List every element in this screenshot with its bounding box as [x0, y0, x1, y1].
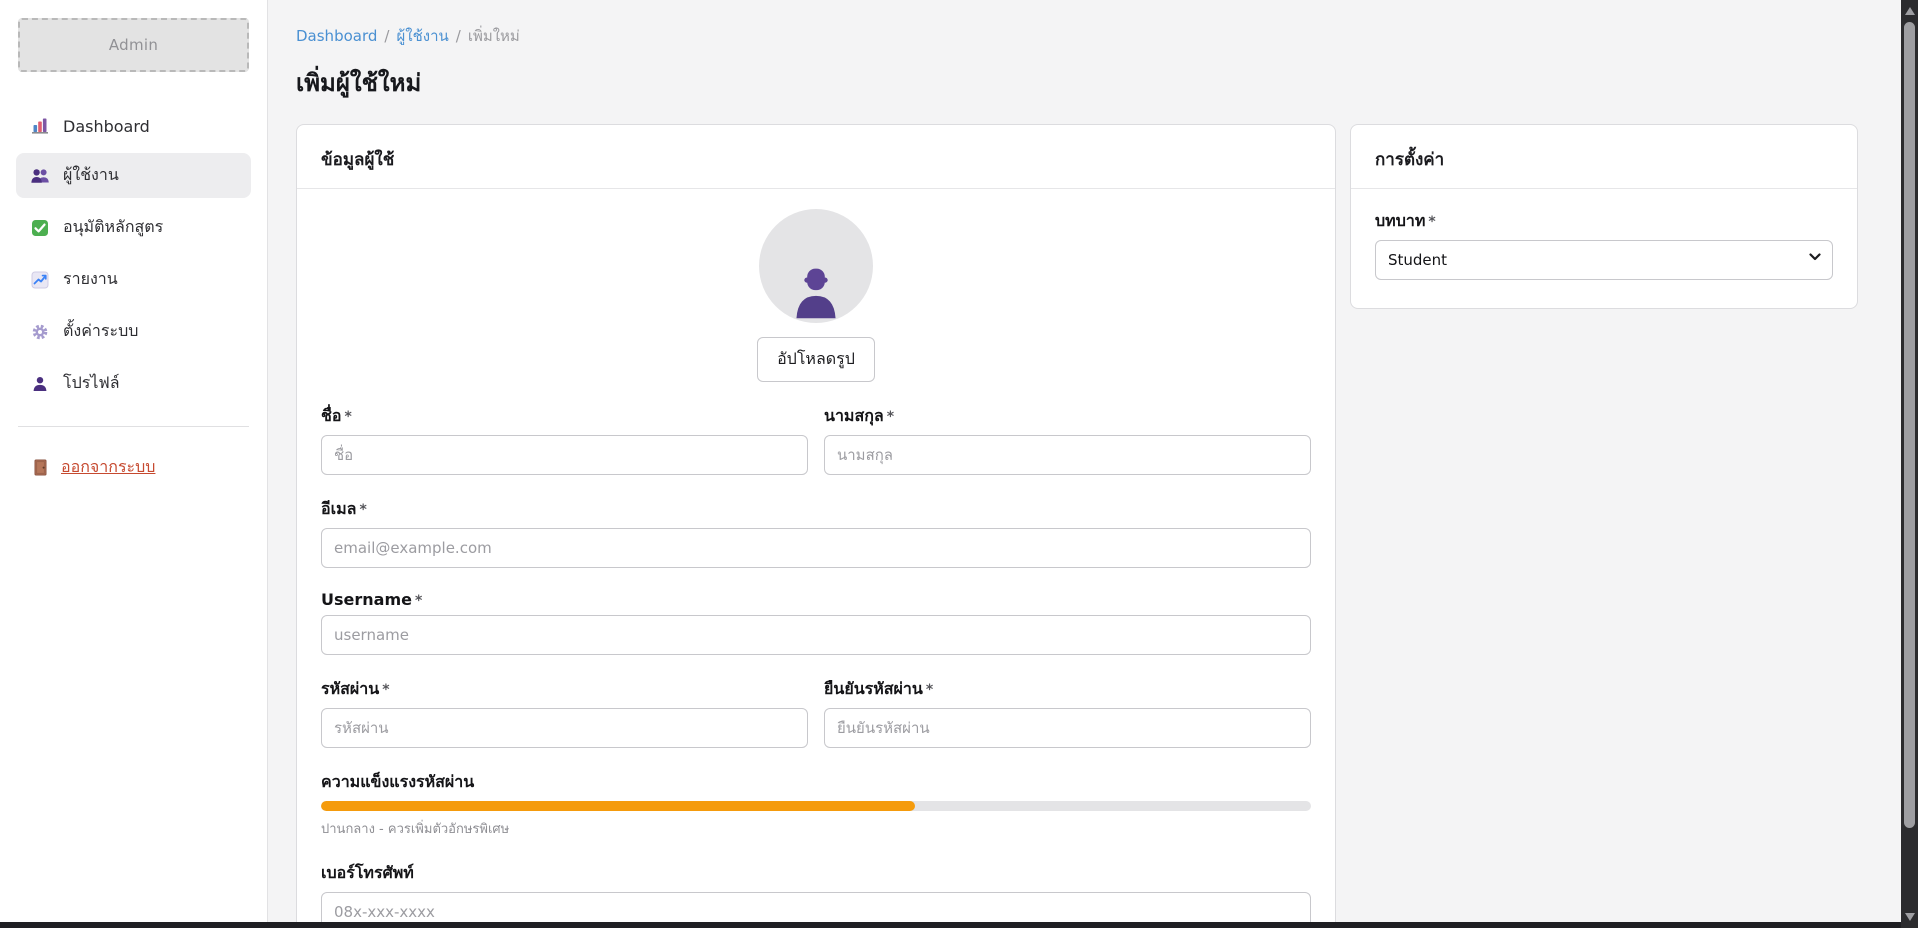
- scrollbar-thumb[interactable]: [1904, 22, 1915, 828]
- page-title: เพิ่มผู้ใช้ใหม่: [296, 63, 1858, 102]
- breadcrumb-separator: /: [384, 27, 389, 45]
- required-marker: *: [1428, 214, 1435, 230]
- logout-link[interactable]: ออกจากระบบ: [16, 447, 251, 488]
- password-field: รหัสผ่าน*: [321, 677, 808, 748]
- sidebar-item-label: อนุมัติหลักสูตร: [63, 215, 163, 240]
- last-name-field: นามสกุล*: [824, 404, 1311, 475]
- settings-card: การตั้งค่า บทบาท* Student: [1350, 124, 1858, 309]
- main-content: Dashboard / ผู้ใช้งาน / เพิ่มใหม่ เพิ่มผู้ใช…: [268, 0, 1918, 928]
- bottom-window-bar: [0, 922, 1918, 928]
- password-strength-label: ความแข็งแรงรหัสผ่าน: [321, 770, 1311, 795]
- person-icon: [787, 261, 845, 323]
- sidebar-item-label: โปรไฟล์: [63, 371, 120, 396]
- person-icon: [30, 374, 50, 394]
- name-row: ชื่อ* นามสกุล*: [321, 404, 1311, 475]
- role-label: บทบาท*: [1375, 209, 1833, 234]
- breadcrumb-separator: /: [456, 27, 461, 45]
- avatar: [759, 209, 873, 323]
- email-label: อีเมล*: [321, 497, 1311, 522]
- sidebar: Admin Dashboard: [0, 0, 268, 928]
- chart-up-icon: [30, 270, 50, 290]
- confirm-password-label: ยืนยันรหัสผ่าน*: [824, 677, 1311, 702]
- confirm-password-input[interactable]: [824, 708, 1311, 748]
- required-marker: *: [382, 682, 389, 698]
- user-card-body: อัปโหลดรูป ชื่อ* นามสกุล*: [297, 189, 1335, 928]
- sidebar-item-dashboard[interactable]: Dashboard: [16, 106, 251, 146]
- avatar-section: อัปโหลดรูป: [321, 209, 1311, 382]
- password-input[interactable]: [321, 708, 808, 748]
- required-marker: *: [344, 409, 351, 425]
- scrollbar-down-arrow[interactable]: [1905, 913, 1915, 921]
- settings-card-header: การตั้งค่า: [1351, 125, 1857, 189]
- sidebar-item-label: ตั้งค่าระบบ: [63, 319, 138, 344]
- sidebar-item-approve-courses[interactable]: อนุมัติหลักสูตร: [16, 205, 251, 250]
- password-strength-hint: ปานกลาง - ควรเพิ่มตัวอักษรพิเศษ: [321, 818, 1311, 839]
- upload-photo-button[interactable]: อัปโหลดรูป: [757, 337, 875, 382]
- phone-label: เบอร์โทรศัพท์: [321, 861, 1311, 886]
- breadcrumb-current: เพิ่มใหม่: [468, 27, 520, 45]
- role-select[interactable]: Student: [1375, 240, 1833, 280]
- username-label: Username*: [321, 590, 1311, 609]
- sidebar-item-label: ผู้ใช้งาน: [63, 163, 119, 188]
- last-name-label: นามสกุล*: [824, 404, 1311, 429]
- brand-logo-placeholder: Admin: [18, 18, 249, 72]
- first-name-label: ชื่อ*: [321, 404, 808, 429]
- door-icon: [30, 458, 50, 478]
- sidebar-item-profile[interactable]: โปรไฟล์: [16, 361, 251, 406]
- sidebar-item-system-settings[interactable]: ตั้งค่าระบบ: [16, 309, 251, 354]
- required-marker: *: [359, 502, 366, 518]
- user-info-card: ข้อมูลผู้ใช้: [296, 124, 1336, 928]
- logout-label: ออกจากระบบ: [61, 455, 155, 480]
- user-card-title: ข้อมูลผู้ใช้: [321, 150, 394, 170]
- role-select-wrap: Student: [1375, 240, 1833, 280]
- breadcrumb: Dashboard / ผู้ใช้งาน / เพิ่มใหม่: [296, 24, 1858, 48]
- password-row: รหัสผ่าน* ยืนยันรหัสผ่าน*: [321, 677, 1311, 748]
- breadcrumb-link-users[interactable]: ผู้ใช้งาน: [396, 27, 448, 45]
- required-marker: *: [415, 593, 422, 609]
- email-field: อีเมล*: [321, 497, 1311, 568]
- required-marker: *: [887, 409, 894, 425]
- confirm-password-field: ยืนยันรหัสผ่าน*: [824, 677, 1311, 748]
- check-icon: [30, 218, 50, 238]
- username-input[interactable]: [321, 615, 1311, 655]
- vertical-scrollbar[interactable]: [1901, 0, 1918, 928]
- user-card-header: ข้อมูลผู้ใช้: [297, 125, 1335, 189]
- content-area: ข้อมูลผู้ใช้: [296, 124, 1858, 928]
- settings-card-body: บทบาท* Student: [1351, 189, 1857, 308]
- first-name-field: ชื่อ*: [321, 404, 808, 475]
- breadcrumb-link-dashboard[interactable]: Dashboard: [296, 27, 377, 45]
- password-strength-bar: [321, 801, 915, 811]
- scrollbar-up-arrow[interactable]: [1905, 7, 1915, 15]
- password-strength-track: [321, 801, 1311, 811]
- app-window: Admin Dashboard: [0, 0, 1918, 928]
- required-marker: *: [926, 682, 933, 698]
- brand-label: Admin: [109, 36, 158, 54]
- phone-field: เบอร์โทรศัพท์: [321, 861, 1311, 928]
- email-input[interactable]: [321, 528, 1311, 568]
- sidebar-item-label: รายงาน: [63, 267, 118, 292]
- first-name-input[interactable]: [321, 435, 808, 475]
- bar-chart-icon: [30, 116, 50, 136]
- sidebar-item-reports[interactable]: รายงาน: [16, 257, 251, 302]
- users-icon: [30, 166, 50, 186]
- username-field: Username*: [321, 590, 1311, 655]
- last-name-input[interactable]: [824, 435, 1311, 475]
- sidebar-divider: [18, 426, 249, 427]
- password-strength-section: ความแข็งแรงรหัสผ่าน ปานกลาง - ควรเพิ่มตั…: [321, 770, 1311, 839]
- sidebar-item-users[interactable]: ผู้ใช้งาน: [16, 153, 251, 198]
- gear-icon: [30, 322, 50, 342]
- sidebar-menu: Dashboard ผู้ใช้งาน: [16, 106, 251, 406]
- sidebar-item-label: Dashboard: [63, 117, 150, 136]
- settings-card-title: การตั้งค่า: [1375, 150, 1444, 170]
- password-label: รหัสผ่าน*: [321, 677, 808, 702]
